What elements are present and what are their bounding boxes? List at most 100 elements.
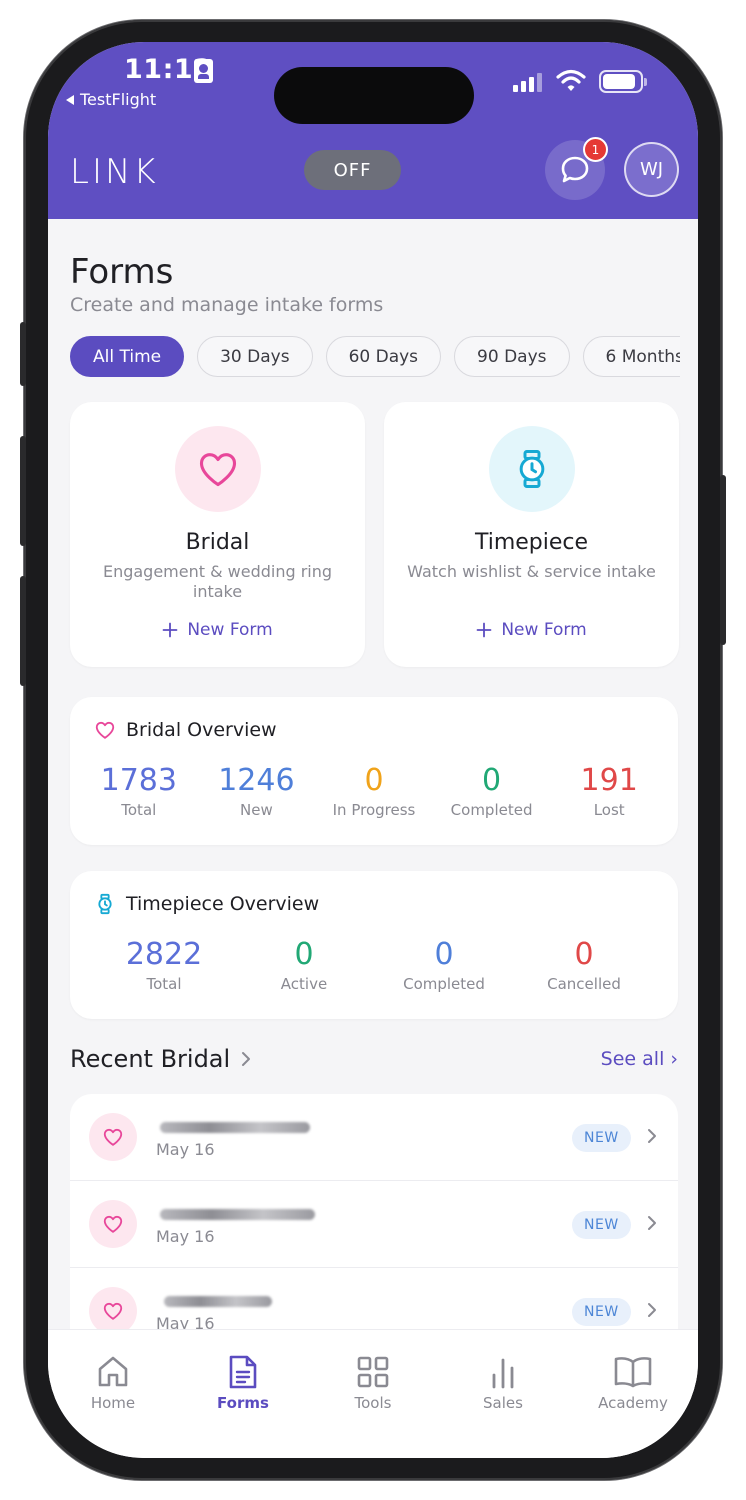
overview-header: Timepiece Overview — [94, 893, 319, 915]
cellular-signal-icon — [513, 72, 542, 92]
stat-label: Completed — [403, 975, 485, 993]
filter-6-months[interactable]: 6 Months — [582, 336, 680, 377]
app-header: 11:12 TestFlight LINK OFF 1 WJ — [48, 42, 698, 219]
plus-icon — [476, 622, 492, 638]
stat-in-progress[interactable]: 0 In Progress — [315, 763, 433, 819]
grid-icon — [357, 1356, 389, 1388]
list-item[interactable]: May 16 NEW — [70, 1181, 678, 1268]
stat-cancelled[interactable]: 0 Cancelled — [514, 937, 654, 993]
stat-label: Active — [280, 975, 328, 993]
chevron-right-icon — [242, 1052, 251, 1066]
stat-value: 191 — [580, 763, 638, 798]
filter-60-days[interactable]: 60 Days — [325, 336, 442, 377]
card-description: Watch wishlist & service intake — [407, 562, 656, 581]
bridal-icon-circle — [175, 426, 261, 512]
status-toggle[interactable]: OFF — [304, 150, 401, 190]
stat-label: Lost — [593, 801, 625, 819]
stat-value: 1246 — [218, 763, 295, 798]
new-form-label: New Form — [187, 620, 273, 640]
card-title: Timepiece — [474, 530, 589, 555]
card-title: Bridal — [185, 530, 250, 555]
home-icon — [98, 1356, 128, 1387]
heart-icon — [199, 453, 237, 487]
stat-label: Cancelled — [547, 975, 621, 993]
overview-header: Bridal Overview — [94, 719, 277, 741]
tab-label: Sales — [483, 1394, 523, 1412]
status-badge: NEW — [572, 1211, 631, 1239]
watch-icon — [519, 450, 545, 488]
stat-completed[interactable]: 0 Completed — [433, 763, 551, 819]
stat-value: 0 — [434, 937, 454, 972]
tab-home[interactable]: Home — [48, 1330, 178, 1458]
back-app-label: TestFlight — [80, 90, 157, 109]
user-avatar[interactable]: WJ — [624, 142, 679, 197]
chevron-right-icon — [648, 1129, 656, 1143]
side-button — [20, 436, 26, 546]
back-to-app-link[interactable]: TestFlight — [66, 90, 156, 109]
status-badge: NEW — [572, 1124, 631, 1152]
page-subtitle: Create and manage intake forms — [70, 294, 384, 316]
overview-title: Bridal Overview — [126, 719, 277, 741]
timepiece-form-card[interactable]: Timepiece Watch wishlist & service intak… — [384, 402, 679, 667]
heart-icon — [103, 1302, 123, 1320]
tab-label: Academy — [598, 1394, 668, 1412]
tab-label: Home — [90, 1394, 136, 1412]
stat-label: Total — [121, 801, 157, 819]
stat-value: 0 — [294, 937, 314, 972]
stat-total[interactable]: 2822 Total — [94, 937, 234, 993]
side-button — [720, 475, 726, 645]
stat-lost[interactable]: 191 Lost — [550, 763, 668, 819]
stat-value: 0 — [364, 763, 384, 798]
list-item[interactable]: May 16 NEW — [70, 1094, 678, 1181]
time-filter-chips: All Time 30 Days 60 Days 90 Days 6 Month… — [70, 336, 680, 378]
stat-label: New — [240, 801, 273, 819]
wifi-icon — [556, 69, 586, 91]
bridal-overview-card: Bridal Overview 1783 Total 1246 New 0 In… — [70, 697, 678, 845]
app-screen: 11:12 TestFlight LINK OFF 1 WJ Forms Cre… — [48, 42, 698, 1458]
section-title: Recent Bridal — [70, 1045, 231, 1073]
chevron-right-icon — [648, 1303, 656, 1317]
book-icon — [614, 1357, 652, 1388]
stat-completed[interactable]: 0 Completed — [374, 937, 514, 993]
stat-total[interactable]: 1783 Total — [80, 763, 198, 819]
see-all-link[interactable]: See all › — [601, 1048, 678, 1070]
redacted-customer-name — [160, 1209, 315, 1220]
bar-chart-icon — [492, 1358, 514, 1389]
chevron-right-icon — [648, 1216, 656, 1230]
stat-label: Total — [146, 975, 182, 993]
stat-value: 2822 — [125, 937, 203, 972]
stat-value: 0 — [482, 763, 502, 798]
status-badge: NEW — [572, 1298, 631, 1326]
filter-30-days[interactable]: 30 Days — [197, 336, 313, 377]
stat-new[interactable]: 1246 New — [198, 763, 316, 819]
heart-icon-circle — [89, 1287, 137, 1335]
timepiece-icon-circle — [489, 426, 575, 512]
heart-icon — [103, 1128, 123, 1146]
heart-icon-circle — [89, 1200, 137, 1248]
redacted-customer-name — [164, 1296, 272, 1307]
dynamic-island — [274, 67, 474, 124]
stat-active[interactable]: 0 Active — [234, 937, 374, 993]
tab-label: Forms — [217, 1394, 269, 1412]
stat-value: 1783 — [100, 763, 177, 798]
item-date: May 16 — [156, 1140, 215, 1159]
bridal-form-card[interactable]: Bridal Engagement & wedding ring intake … — [70, 402, 365, 667]
heart-icon-circle — [89, 1113, 137, 1161]
stat-label: Completed — [450, 801, 533, 819]
stat-value: 0 — [574, 937, 594, 972]
heart-icon — [103, 1215, 123, 1233]
timepiece-overview-card: Timepiece Overview 2822 Total 0 Active 0… — [70, 871, 678, 1019]
side-button — [20, 576, 26, 686]
side-button — [20, 322, 26, 386]
filter-90-days[interactable]: 90 Days — [454, 336, 570, 377]
heart-icon — [95, 721, 115, 739]
recent-bridal-heading[interactable]: Recent Bridal — [70, 1045, 252, 1073]
new-timepiece-form-button[interactable]: New Form — [384, 620, 679, 640]
tab-academy[interactable]: Academy — [568, 1330, 698, 1458]
plus-icon — [162, 622, 178, 638]
page-title: Forms — [70, 252, 174, 292]
item-date: May 16 — [156, 1227, 215, 1246]
new-bridal-form-button[interactable]: New Form — [70, 620, 365, 640]
document-icon — [229, 1355, 257, 1389]
filter-all-time[interactable]: All Time — [70, 336, 185, 377]
